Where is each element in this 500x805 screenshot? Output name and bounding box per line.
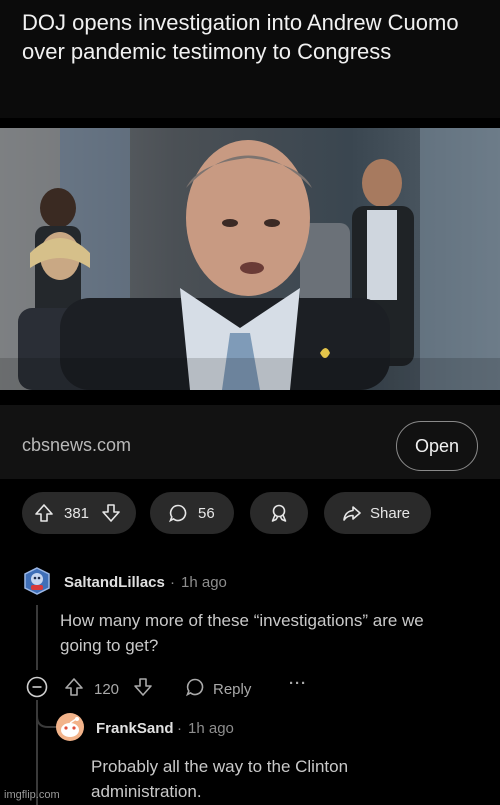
meta-separator: · xyxy=(170,574,175,591)
downvote-icon[interactable] xyxy=(133,677,153,701)
meta-separator: · xyxy=(177,720,182,737)
comment-vote-count: 120 xyxy=(94,680,120,698)
post-action-bar: 381 56 Share xyxy=(0,490,500,536)
comment-count: 56 xyxy=(198,504,215,522)
upvote-count: 381 xyxy=(64,504,90,522)
comment-author[interactable]: SaltandLillacs xyxy=(64,574,165,591)
comment-author[interactable]: FrankSand xyxy=(96,720,174,737)
post-title[interactable]: DOJ opens investigation into Andrew Cuom… xyxy=(22,8,482,66)
comment-time: 1h ago xyxy=(188,720,234,737)
news-photo-illustration xyxy=(0,128,500,390)
reply-button[interactable]: Reply xyxy=(185,677,251,701)
post-image[interactable] xyxy=(0,128,500,390)
upvote-icon[interactable] xyxy=(64,677,84,701)
downvote-icon[interactable] xyxy=(101,503,121,523)
vote-pill: 381 xyxy=(22,492,136,534)
thread-line[interactable] xyxy=(36,605,38,670)
reply-icon xyxy=(185,677,205,701)
award-button[interactable] xyxy=(250,492,308,534)
link-card[interactable]: cbsnews.com Open xyxy=(0,405,500,479)
share-button[interactable]: Share xyxy=(324,492,431,534)
post-header: DOJ opens investigation into Andrew Cuom… xyxy=(0,0,500,118)
more-icon[interactable]: ··· xyxy=(289,675,307,692)
link-domain[interactable]: cbsnews.com xyxy=(22,435,131,456)
award-icon xyxy=(269,503,289,523)
comment-text: Probably all the way to the Clinton admi… xyxy=(91,757,349,801)
reply-connector xyxy=(36,700,56,728)
collapse-icon[interactable] xyxy=(26,676,48,698)
comment-votes: 120 xyxy=(64,677,153,701)
share-label: Share xyxy=(370,504,411,522)
comment-icon xyxy=(168,503,188,523)
share-icon xyxy=(342,503,362,523)
avatar[interactable] xyxy=(55,712,85,742)
open-button[interactable]: Open xyxy=(396,421,478,471)
comment-time: 1h ago xyxy=(181,574,227,591)
upvote-icon[interactable] xyxy=(34,503,54,523)
avatar[interactable] xyxy=(23,567,51,595)
watermark: imgflip.com xyxy=(4,789,60,801)
comments-button[interactable]: 56 xyxy=(150,492,234,534)
reply-label: Reply xyxy=(213,680,252,698)
comment-text: How many more of these “investigations” … xyxy=(60,611,424,655)
